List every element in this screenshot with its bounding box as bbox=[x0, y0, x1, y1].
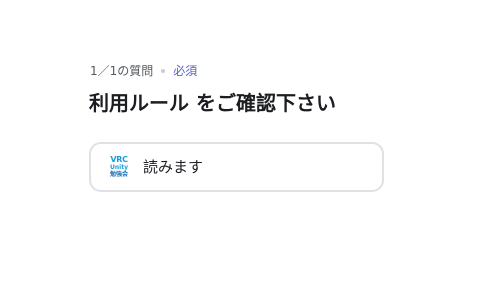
question-title: 利用ルール をご確認下さい bbox=[89, 91, 336, 115]
question-meta: 1／1の質問 必須 bbox=[90, 63, 197, 79]
logo-text-line1: VRC bbox=[110, 155, 128, 164]
question-counter: 1／1の質問 bbox=[90, 64, 154, 78]
separator-dot bbox=[161, 69, 166, 73]
required-badge: 必須 bbox=[173, 64, 198, 78]
question-page: 1／1の質問 必須 利用ルール をご確認下さい VRC Unity 勉強会 読み… bbox=[0, 0, 491, 294]
answer-option-label: 読みます bbox=[143, 158, 204, 176]
vrc-unity-logo-icon: VRC Unity 勉強会 bbox=[107, 153, 131, 181]
answer-option-yomimasu[interactable]: VRC Unity 勉強会 読みます bbox=[89, 142, 384, 192]
logo-text-line3: 勉強会 bbox=[109, 171, 128, 178]
